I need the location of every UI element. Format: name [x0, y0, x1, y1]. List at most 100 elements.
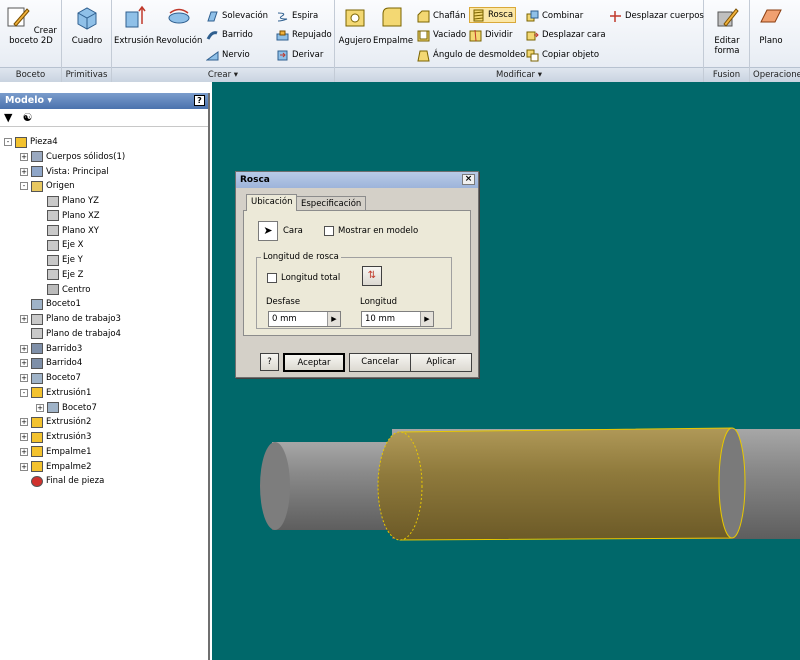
longitud-total-checkbox[interactable] [267, 273, 277, 283]
agujero-button[interactable]: Agujero [337, 4, 373, 46]
revolucion-button[interactable]: Revolución [156, 4, 202, 46]
select-face-button[interactable]: ➤ [258, 221, 278, 241]
tree-node[interactable]: + Boceto7 [36, 401, 97, 415]
aplicar-button[interactable]: Aplicar [410, 353, 472, 372]
model-browser: Modelo ▾? ▼ ☯ - Pieza4 + Cuerpos sólidos(1)… [0, 93, 210, 660]
group-title-crear[interactable]: Crear ▾ [112, 67, 334, 82]
find-icon[interactable]: ☯ [22, 111, 32, 124]
tree-node[interactable]: + Vista: Principal [20, 165, 109, 179]
tree-node[interactable]: + Extrusión2 [20, 415, 91, 429]
move-face-icon [526, 31, 539, 40]
tree-node[interactable]: Boceto1 [20, 297, 81, 311]
dialog-titlebar[interactable]: Rosca × [236, 172, 478, 188]
tree-node[interactable]: Final de pieza [20, 474, 104, 488]
solevacion-button[interactable]: Solevación [206, 8, 268, 24]
chaflan-button[interactable]: Chaflán [417, 8, 465, 24]
dialog-help-button[interactable]: ? [260, 353, 279, 371]
expand-icon[interactable]: + [36, 403, 44, 412]
collapse-icon[interactable]: - [20, 182, 28, 191]
tree-node-label: Plano XY [62, 225, 100, 236]
view-icon [31, 166, 43, 177]
shell-icon [417, 30, 430, 41]
tree-node[interactable]: + Barrido4 [20, 356, 82, 370]
empalme-label: Empalme [373, 36, 414, 46]
tree-node-label: Extrusión3 [46, 432, 92, 442]
expand-icon[interactable]: + [20, 152, 28, 161]
group-title-modificar[interactable]: Modificar ▾ [335, 67, 703, 82]
longitud-arrow-icon[interactable]: ▶ [420, 312, 433, 326]
longitud-input[interactable]: 10 mm ▶ [361, 311, 434, 327]
tree-node[interactable]: Plano YZ [36, 194, 99, 208]
tab-ubicacion[interactable]: Ubicación [246, 194, 298, 211]
tree-node[interactable]: + Empalme1 [20, 445, 92, 459]
collapse-icon[interactable]: - [20, 388, 28, 397]
point-icon [47, 284, 59, 295]
tree-node[interactable]: - Origen [20, 179, 75, 193]
tree-node[interactable]: Plano XZ [36, 209, 100, 223]
angulo-desmoldeo-button[interactable]: Ángulo de desmoldeo [417, 47, 525, 63]
expand-icon[interactable]: + [20, 462, 28, 471]
editar-forma-button[interactable]: Editar forma [708, 4, 746, 56]
barrido-label: Barrido [222, 30, 253, 40]
tree-node[interactable]: Plano de trabajo4 [20, 327, 121, 341]
vaciado-button[interactable]: Vaciado [417, 27, 466, 43]
expand-icon[interactable]: + [20, 344, 28, 353]
nervio-button[interactable]: Nervio [206, 47, 250, 63]
expand-icon[interactable]: + [20, 447, 28, 456]
repujado-button[interactable]: Repujado [276, 27, 332, 43]
tree-node[interactable]: - Pieza4 [4, 135, 58, 149]
derivar-button[interactable]: Derivar [276, 47, 323, 63]
expand-icon[interactable]: + [20, 167, 28, 176]
plano-label: Plano [759, 36, 783, 46]
tree-node[interactable]: + Empalme2 [20, 460, 92, 474]
tree-node[interactable]: + Cuerpos sólidos(1) [20, 150, 125, 164]
tree-node-label: Boceto7 [46, 373, 81, 383]
expand-icon[interactable]: + [20, 359, 28, 368]
filter-icon[interactable]: ▼ [4, 111, 12, 124]
cancelar-button[interactable]: Cancelar [349, 353, 411, 372]
close-icon[interactable]: × [462, 174, 475, 185]
desfase-input[interactable]: 0 mm ▶ [268, 311, 341, 327]
derive-icon [277, 50, 288, 60]
sweep-icon [31, 343, 43, 354]
tree-node[interactable]: Centro [36, 283, 90, 297]
rosca-button[interactable]: Rosca [469, 7, 517, 23]
expand-icon[interactable]: + [20, 433, 28, 441]
tree-node[interactable]: + Plano de trabajo3 [20, 312, 121, 326]
desfase-arrow-icon[interactable]: ▶ [327, 312, 340, 326]
fillet-icon [382, 7, 402, 27]
tree-node[interactable]: - Extrusión1 [20, 386, 91, 400]
extrusion-button[interactable]: Extrusión [114, 4, 154, 46]
expand-icon[interactable]: + [20, 315, 28, 323]
collapse-icon[interactable]: - [4, 138, 12, 146]
desplazar-cuerpos-button[interactable]: Desplazar cuerpos [609, 8, 704, 24]
tree-node[interactable]: + Barrido3 [20, 342, 82, 356]
flip-direction-button[interactable]: ⇅ [362, 266, 382, 286]
tree-node[interactable]: Plano XY [36, 224, 99, 238]
expand-icon[interactable]: + [20, 418, 28, 427]
tree-node[interactable]: Eje Z [36, 268, 84, 282]
tree-node[interactable]: Eje Y [36, 253, 83, 267]
tree-node[interactable]: + Extrusión3 [20, 430, 91, 444]
browser-title[interactable]: Modelo ▾ [5, 95, 52, 106]
browser-header[interactable]: Modelo ▾? [0, 93, 208, 109]
espira-button[interactable]: Espira [276, 8, 318, 24]
tree-node[interactable]: + Boceto7 [20, 371, 81, 385]
desplazar-cara-button[interactable]: Desplazar cara [526, 27, 606, 43]
empalme-button[interactable]: Empalme [373, 4, 414, 46]
group-title-operaciones: Operaciones [750, 67, 800, 82]
browser-help-button[interactable]: ? [194, 95, 205, 106]
dividir-button[interactable]: Dividir [469, 27, 513, 43]
thread-face[interactable] [399, 427, 733, 541]
plano-button[interactable]: Plano [754, 4, 788, 46]
copiar-objeto-button[interactable]: Copiar objeto [526, 47, 599, 63]
mostrar-en-modelo-checkbox[interactable] [324, 226, 334, 236]
crear-boceto-button[interactable]: Crear boceto 2D [4, 4, 58, 46]
combinar-button[interactable]: Combinar [526, 8, 583, 24]
aceptar-button[interactable]: Aceptar [283, 353, 345, 372]
cuadro-button[interactable]: Cuadro [66, 4, 108, 46]
expand-icon[interactable]: + [20, 374, 28, 382]
group-title-primitivas: Primitivas [62, 67, 111, 82]
barrido-button[interactable]: Barrido [206, 27, 253, 43]
tree-node[interactable]: Eje X [36, 238, 84, 252]
